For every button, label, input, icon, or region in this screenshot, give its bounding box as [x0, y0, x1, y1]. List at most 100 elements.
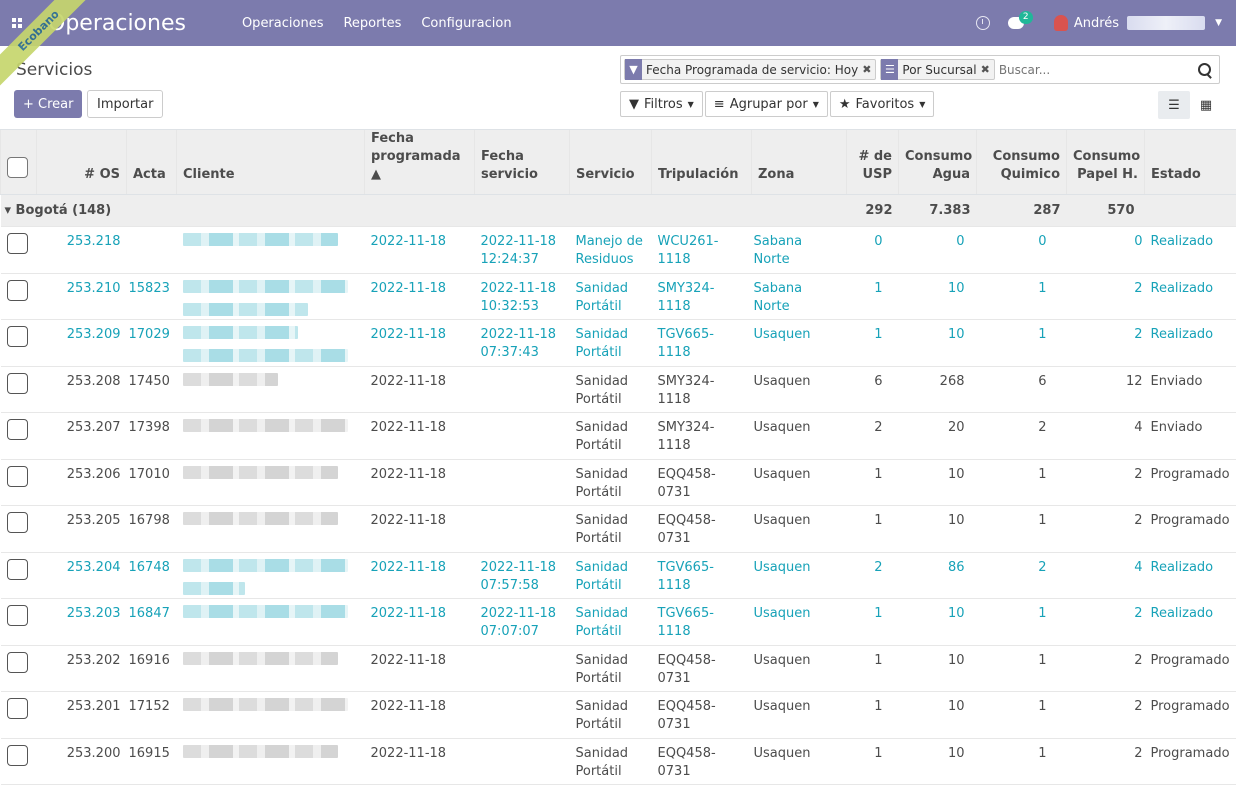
select-all-checkbox[interactable] [7, 157, 28, 178]
cell-estado: Realizado [1145, 227, 1236, 274]
chevron-down-icon: ▼ [688, 100, 694, 109]
row-checkbox[interactable] [7, 698, 28, 719]
table-row[interactable]: 253.207173982022-11-18SanidadPortátilSMY… [1, 413, 1236, 460]
cell-fecha-servicio [475, 645, 570, 692]
row-checkbox[interactable] [7, 605, 28, 626]
column-header-estado[interactable]: Estado [1145, 130, 1236, 195]
client-name-redacted [183, 419, 348, 432]
column-header-tripulacion[interactable]: Tripulación [652, 130, 752, 195]
table-row[interactable]: 253.2182022-11-182022-11-1812:24:37Manej… [1, 227, 1236, 274]
row-checkbox[interactable] [7, 419, 28, 440]
groupby-dropdown[interactable]: ≡ Agrupar por ▼ [705, 91, 828, 117]
column-header-fecha-servicio[interactable]: Fechaservicio [475, 130, 570, 195]
cell-usp: 1 [847, 692, 899, 739]
cell-acta: 16798 [127, 506, 177, 553]
column-header-cliente[interactable]: Cliente [177, 130, 365, 195]
column-header-servicio[interactable]: Servicio [570, 130, 652, 195]
column-header-consumo-papel[interactable]: ConsumoPapel H. [1067, 130, 1145, 195]
cell-tripulacion: SMY324-1118 [652, 413, 752, 460]
user-avatar[interactable] [1054, 15, 1068, 31]
cell-servicio: SanidadPortátil [570, 459, 652, 506]
table-row[interactable]: 253.202169162022-11-18SanidadPortátilEQQ… [1, 645, 1236, 692]
chevron-down-icon[interactable]: ▼ [1215, 18, 1222, 28]
table-row[interactable]: 253.200169152022-11-18SanidadPortátilEQQ… [1, 738, 1236, 785]
row-checkbox[interactable] [7, 512, 28, 533]
control-panel: Servicios + Crear Importar ▼ Fecha Progr… [0, 46, 1236, 130]
column-header-fecha-programada[interactable]: Fechaprogramada ▲ [365, 130, 475, 195]
column-header-consumo-quimico[interactable]: ConsumoQuimico [977, 130, 1067, 195]
table-row[interactable]: 253.205167982022-11-18SanidadPortátilEQQ… [1, 506, 1236, 553]
cell-tripulacion: EQQ458-0731 [652, 645, 752, 692]
table-row[interactable]: 253.204167482022-11-182022-11-1807:57:58… [1, 552, 1236, 599]
messaging-icon[interactable]: 2 [1008, 17, 1024, 29]
column-header-zona[interactable]: Zona [752, 130, 847, 195]
cell-estado: Realizado [1145, 599, 1236, 646]
servicio-line-2: Portátil [576, 623, 646, 641]
menu-item-configuracion[interactable]: Configuracion [421, 16, 511, 31]
row-checkbox[interactable] [7, 466, 28, 487]
row-checkbox[interactable] [7, 745, 28, 766]
client-name-redacted [183, 326, 298, 339]
column-header-consumo-agua[interactable]: ConsumoAgua [899, 130, 977, 195]
cell-fecha-servicio [475, 692, 570, 739]
cell-quimico: 2 [977, 552, 1067, 599]
chevron-down-icon: ▼ [813, 100, 819, 109]
search-input[interactable] [999, 63, 1195, 77]
cell-fecha-servicio [475, 366, 570, 413]
cell-acta: 16916 [127, 645, 177, 692]
table-row[interactable]: 253.208174502022-11-18SanidadPortátilSMY… [1, 366, 1236, 413]
user-name[interactable]: Andrés [1074, 16, 1119, 31]
cell-zona: Usaquen [752, 692, 847, 739]
cell-acta: 17010 [127, 459, 177, 506]
kanban-view-icon[interactable]: ▦ [1190, 91, 1222, 119]
cell-tripulacion: WCU261-1118 [652, 227, 752, 274]
cell-servicio: SanidadPortátil [570, 506, 652, 553]
cell-estado: Programado [1145, 506, 1236, 553]
row-checkbox[interactable] [7, 280, 28, 301]
servicio-line-2: Portátil [576, 391, 646, 409]
cell-estado: Realizado [1145, 552, 1236, 599]
column-header-acta[interactable]: Acta [127, 130, 177, 195]
menu-item-reportes[interactable]: Reportes [343, 16, 401, 31]
table-row[interactable]: 253.209170292022-11-182022-11-1807:37:43… [1, 320, 1236, 367]
cell-os: 253.201 [37, 692, 127, 739]
search-icon[interactable] [1195, 60, 1215, 80]
table-row[interactable]: 253.206170102022-11-18SanidadPortátilEQQ… [1, 459, 1236, 506]
cell-estado: Realizado [1145, 273, 1236, 320]
favorites-dropdown[interactable]: ★ Favoritos ▼ [830, 91, 935, 117]
servicio-line-1: Sanidad [576, 698, 646, 716]
import-button[interactable]: Importar [87, 90, 163, 118]
table-row[interactable]: 253.210158232022-11-182022-11-1810:32:53… [1, 273, 1236, 320]
table-row[interactable]: 253.201171522022-11-18SanidadPortátilEQQ… [1, 692, 1236, 739]
list-view-icon[interactable]: ☰ [1158, 91, 1190, 119]
filters-dropdown[interactable]: ▼ Filtros ▼ [620, 91, 703, 117]
remove-facet-icon[interactable]: ✖ [862, 63, 875, 76]
row-checkbox[interactable] [7, 559, 28, 580]
row-checkbox[interactable] [7, 373, 28, 394]
servicio-line-1: Sanidad [576, 605, 646, 623]
cell-fecha-servicio [475, 738, 570, 785]
fecha-servicio-time: 07:07:07 [481, 623, 564, 641]
cell-cliente [177, 692, 365, 739]
row-select-cell [1, 459, 37, 506]
cell-estado: Realizado [1145, 320, 1236, 367]
activity-clock-icon[interactable] [976, 16, 990, 30]
servicio-line-1: Sanidad [576, 280, 646, 298]
cell-fecha-programada: 2022-11-18 [365, 366, 475, 413]
row-checkbox[interactable] [7, 326, 28, 347]
fecha-servicio-time: 10:32:53 [481, 298, 564, 316]
menu-item-operaciones[interactable]: Operaciones [242, 16, 324, 31]
group-row-bogota[interactable]: ▾ Bogotá (148) 292 7.383 287 570 [1, 195, 1236, 227]
column-header-usp[interactable]: # deUSP [847, 130, 899, 195]
row-checkbox[interactable] [7, 233, 28, 254]
row-checkbox[interactable] [7, 652, 28, 673]
cell-agua: 10 [899, 320, 977, 367]
cell-cliente [177, 366, 365, 413]
remove-facet-icon[interactable]: ✖ [981, 63, 994, 76]
fecha-servicio-time: 07:37:43 [481, 344, 564, 362]
client-name-redacted [183, 280, 348, 293]
column-header-os[interactable]: # OS [37, 130, 127, 195]
table-row[interactable]: 253.203168472022-11-182022-11-1807:07:07… [1, 599, 1236, 646]
cell-fecha-programada: 2022-11-18 [365, 552, 475, 599]
create-button[interactable]: + Crear [14, 90, 82, 118]
